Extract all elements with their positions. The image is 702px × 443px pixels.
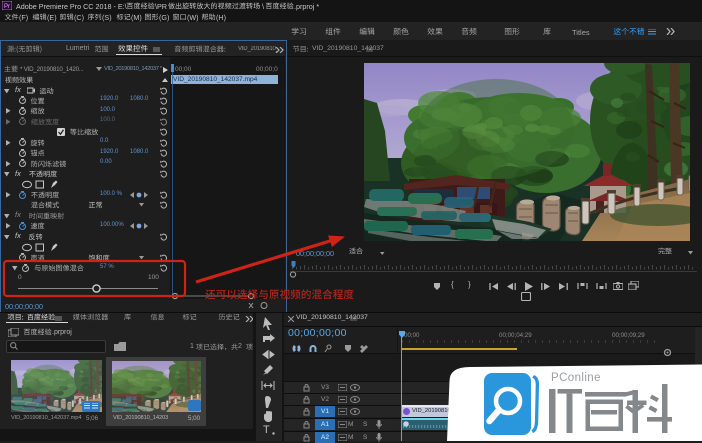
svg-text:Pr: Pr bbox=[4, 4, 10, 10]
